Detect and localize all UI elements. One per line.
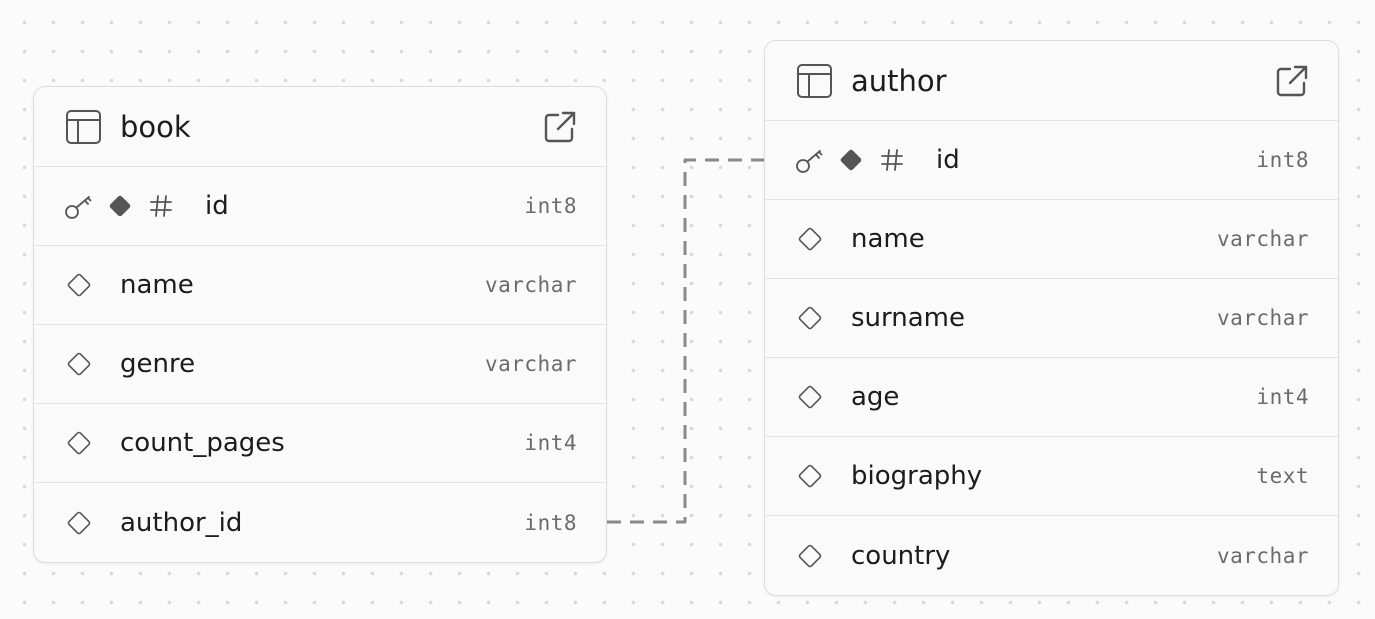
column-type: int8 <box>524 194 577 218</box>
hollow-diamond-icon <box>795 541 825 571</box>
hollow-diamond-icon <box>64 349 94 379</box>
hollow-diamond-icon <box>795 224 825 254</box>
hash-icon <box>878 146 906 174</box>
hollow-diamond-icon <box>64 508 94 538</box>
column-type: int8 <box>524 510 577 535</box>
hollow-diamond-icon <box>64 428 94 458</box>
column-name: name <box>120 270 194 300</box>
column-row-id[interactable]: id int8 <box>34 167 606 246</box>
hollow-diamond-icon <box>795 303 825 333</box>
column-row-age[interactable]: age int4 <box>765 358 1338 437</box>
table-icon <box>796 62 834 100</box>
hollow-diamond-icon <box>795 461 825 491</box>
key-icon <box>795 145 825 175</box>
hollow-diamond-icon <box>795 382 825 412</box>
hollow-diamond-icon <box>64 270 94 300</box>
column-name: biography <box>851 461 983 491</box>
column-row-name[interactable]: name varchar <box>765 200 1338 279</box>
column-type: int4 <box>524 431 577 455</box>
column-row-id[interactable]: id int8 <box>765 121 1338 200</box>
column-type: varchar <box>484 273 577 297</box>
column-name: author_id <box>120 507 243 538</box>
column-type: text <box>1256 464 1309 488</box>
column-name: genre <box>120 349 196 379</box>
hash-icon <box>147 192 175 220</box>
column-row-count_pages[interactable]: count_pages int4 <box>34 404 606 483</box>
column-type: varchar <box>484 352 577 376</box>
column-type: int8 <box>1256 148 1309 172</box>
table-name: book <box>120 109 191 144</box>
column-name: name <box>851 224 925 254</box>
table-icon <box>65 108 103 146</box>
column-name: id <box>205 191 229 221</box>
table-header-book: book <box>34 87 606 167</box>
column-row-author_id[interactable]: author_id int8 <box>34 483 606 562</box>
column-name: surname <box>851 303 965 333</box>
column-type: varchar <box>1216 306 1309 330</box>
table-name: author <box>851 63 947 98</box>
column-row-genre[interactable]: genre varchar <box>34 325 606 404</box>
column-type: varchar <box>1216 543 1309 568</box>
column-name: id <box>936 145 960 175</box>
column-name: age <box>851 382 900 412</box>
key-icon <box>64 191 94 221</box>
filled-diamond-icon <box>106 192 134 220</box>
relation-book-author_id-to-author-id[interactable] <box>607 158 764 524</box>
column-row-country[interactable]: country varchar <box>765 516 1338 595</box>
table-header-author: author <box>765 41 1338 121</box>
external-link-icon[interactable] <box>542 109 578 145</box>
column-name: country <box>851 540 951 571</box>
column-row-name[interactable]: name varchar <box>34 246 606 325</box>
column-name: count_pages <box>120 428 285 458</box>
column-row-biography[interactable]: biography text <box>765 437 1338 516</box>
external-link-icon[interactable] <box>1274 63 1310 99</box>
column-type: varchar <box>1216 227 1309 251</box>
column-row-surname[interactable]: surname varchar <box>765 279 1338 358</box>
column-type: int4 <box>1256 385 1309 409</box>
table-card-author[interactable]: author id int8 name varchar surname varc… <box>764 40 1339 596</box>
table-card-book[interactable]: book id int8 name varchar genre varchar … <box>33 86 607 563</box>
filled-diamond-icon <box>837 146 865 174</box>
